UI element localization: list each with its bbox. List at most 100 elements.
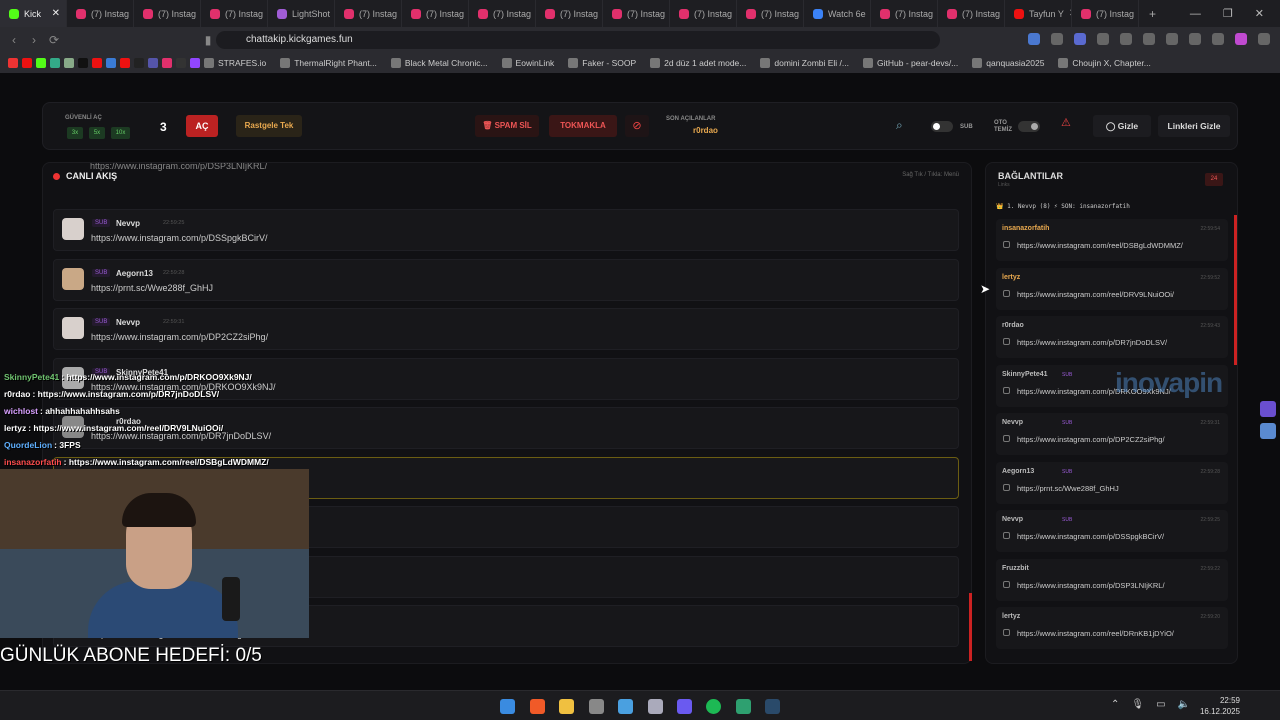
close-icon[interactable]: ✕	[1255, 7, 1264, 20]
extension-icon[interactable]	[1212, 33, 1224, 45]
browser-tab[interactable]: LightShot✕	[268, 0, 335, 27]
message-link[interactable]: https://www.instagram.com/p/DSSpgkBCirV/	[91, 233, 268, 243]
open-count[interactable]: 3	[160, 120, 167, 134]
link-url[interactable]: https://www.instagram.com/p/DSP3LNIjKRL/	[1017, 581, 1165, 590]
extension-icon[interactable]	[1051, 33, 1063, 45]
volume-icon[interactable]: 🔈	[1178, 699, 1190, 710]
message-username[interactable]: Aegorn13	[116, 269, 153, 278]
link-card[interactable]: lertyz 22:59:52 https://www.instagram.com/…	[996, 267, 1228, 310]
browser-tab[interactable]: Tayfun Y✕	[1005, 0, 1072, 27]
link-card[interactable]: Nevvp SUB 22:59:31 https://www.instagram.co…	[996, 413, 1228, 455]
link-url[interactable]: https://www.instagram.com/p/DR7jnDoDLSV/	[1017, 338, 1167, 347]
tab-close-icon[interactable]: ✕	[52, 8, 60, 19]
hammer-button[interactable]: TOKMAKLA	[549, 115, 617, 137]
extension-icon[interactable]	[1189, 33, 1201, 45]
multiplier-3x-button[interactable]: 3x	[67, 127, 83, 139]
bookmark-icon[interactable]	[8, 58, 18, 68]
browser-tab[interactable]: (7) Instag✕	[402, 0, 469, 27]
extension-icon[interactable]	[1120, 33, 1132, 45]
browser-tab[interactable]: (7) Instag✕	[536, 0, 603, 27]
link-card[interactable]: Nevvp SUB 22:59:25 https://www.instagram.co…	[996, 510, 1228, 552]
bookmark-icon[interactable]	[162, 58, 172, 68]
browser-tab[interactable]: (7) Instag✕	[201, 0, 268, 27]
bookmark-icon[interactable]	[50, 58, 60, 68]
ban-icon[interactable]: ⊘	[625, 115, 649, 137]
search-icon[interactable]: ⌕	[896, 118, 903, 133]
bookmark-icon[interactable]	[92, 58, 102, 68]
link-card[interactable]: Aegorn13 SUB 22:59:28 https://prnt.sc/Wwe28…	[996, 461, 1228, 504]
bookmark-item[interactable]: 2d düz 1 adet mode...	[650, 58, 746, 68]
bookmark-icon[interactable]	[148, 58, 158, 68]
side-extension-icon[interactable]	[1260, 401, 1276, 417]
bookmark-item[interactable]: Black Metal Chronic...	[390, 58, 488, 68]
feed-partial-link[interactable]: https://www.instagram.com/p/DSP3LNIjKRL/	[90, 163, 267, 171]
forward-icon[interactable]: ›	[24, 33, 44, 47]
start-icon[interactable]	[500, 699, 515, 714]
feed-message[interactable]: SUB Nevvp 22:59:25 https://www.instagram.co…	[53, 209, 959, 251]
browser-tab[interactable]: Watch 6e✕	[804, 0, 871, 27]
bookmark-icon[interactable]	[64, 58, 74, 68]
bookmark-icon[interactable]	[36, 58, 46, 68]
auto-clean-toggle[interactable]	[1018, 121, 1040, 132]
browser-tab[interactable]: (7) Instag✕	[335, 0, 402, 27]
link-card[interactable]: lertyz 22:59:20 https://www.instagram.com/…	[996, 607, 1228, 649]
reload-icon[interactable]: ⟳	[44, 33, 64, 47]
app-icon[interactable]	[589, 699, 604, 714]
back-icon[interactable]: ‹	[4, 33, 24, 47]
extension-icon[interactable]	[1097, 33, 1109, 45]
browser-tab[interactable]: (7) Instag✕	[938, 0, 1005, 27]
url-field[interactable]: chattakip.kickgames.fun	[216, 31, 940, 49]
hide-links-button[interactable]: Linkleri Gizle	[1158, 115, 1230, 137]
browser-tab[interactable]: (7) Instag✕	[603, 0, 670, 27]
random-one-button[interactable]: Rastgele Tek	[236, 115, 302, 137]
link-url[interactable]: https://www.instagram.com/reel/DSBgLdWDM…	[1017, 241, 1183, 250]
browser-tab[interactable]: (7) Instag✕	[134, 0, 201, 27]
browser-tab[interactable]: (7) Instag✕	[871, 0, 938, 27]
sub-toggle[interactable]	[931, 121, 953, 132]
bookmark-item[interactable]: qanquasia2025	[972, 58, 1044, 68]
browser-tab[interactable]: Kick ✕	[0, 0, 67, 27]
settings-icon[interactable]	[648, 699, 663, 714]
bookmark-icon[interactable]	[120, 58, 130, 68]
bookmark-item[interactable]: Choujin X, Chapter...	[1058, 58, 1151, 68]
bookmark-icon[interactable]	[190, 58, 200, 68]
extension-icon[interactable]	[1235, 33, 1247, 45]
minimize-icon[interactable]: —	[1190, 8, 1201, 20]
link-url[interactable]: https://prnt.sc/Wwe288f_GhHJ	[1017, 484, 1119, 493]
spotify-icon[interactable]	[706, 699, 721, 714]
spam-delete-button[interactable]: 🗑 SPAM SİL	[475, 115, 539, 137]
bookmark-item[interactable]: domini Zombi Eli /...	[760, 58, 849, 68]
extension-icon[interactable]	[1166, 33, 1178, 45]
link-card[interactable]: r0rdao 22:59:43 https://www.instagram.com/…	[996, 316, 1228, 358]
message-username[interactable]: Nevvp	[116, 318, 140, 327]
app-icon[interactable]	[736, 699, 751, 714]
feed-message[interactable]: SUB Nevvp 22:59:31 https://www.instagram.co…	[53, 308, 959, 350]
link-url[interactable]: https://www.instagram.com/reel/DRnKB1jDY…	[1017, 629, 1174, 638]
extension-icon[interactable]	[1028, 33, 1040, 45]
link-url[interactable]: https://www.instagram.com/reel/DRV9LNuiO…	[1017, 290, 1174, 299]
message-link[interactable]: https://www.instagram.com/p/DP2CZ2siPhg/	[91, 332, 268, 342]
mic-icon[interactable]: 🎙	[1131, 699, 1144, 710]
feed-message[interactable]: SUB Aegorn13 22:59:28 https://prnt.sc/Wwe28…	[53, 258, 959, 301]
link-card[interactable]: Fruzzbit 22:59:22 https://www.instagram.co…	[996, 558, 1228, 601]
warning-icon[interactable]: ⚠	[1061, 116, 1071, 129]
app-icon[interactable]	[618, 699, 633, 714]
links-scrollbar[interactable]	[1234, 215, 1237, 365]
browser-tab[interactable]: (7) Instag✕	[737, 0, 804, 27]
clock[interactable]: 22:59 16.12.2025	[1200, 695, 1240, 717]
extension-icon[interactable]	[1143, 33, 1155, 45]
hide-button[interactable]: ◯ Gizle	[1093, 115, 1151, 137]
chevron-up-icon[interactable]: ⌃	[1111, 699, 1119, 710]
bookmark-item[interactable]: GitHub - pear-devs/...	[863, 58, 958, 68]
multiplier-10x-button[interactable]: 10x	[111, 127, 130, 139]
extension-icon[interactable]	[1074, 33, 1086, 45]
bookmark-icon[interactable]	[176, 58, 186, 68]
bookmark-item[interactable]: STRAFES.io	[204, 58, 266, 68]
folder-icon[interactable]	[559, 699, 574, 714]
side-translate-icon[interactable]	[1260, 423, 1276, 439]
bookmark-icon[interactable]	[22, 58, 32, 68]
brave-icon[interactable]	[530, 699, 545, 714]
browser-tab[interactable]: (7) Instag✕	[469, 0, 536, 27]
link-url[interactable]: https://www.instagram.com/p/DSSpgkBCirV/	[1017, 532, 1164, 541]
bookmark-item[interactable]: Faker - SOOP	[568, 58, 636, 68]
